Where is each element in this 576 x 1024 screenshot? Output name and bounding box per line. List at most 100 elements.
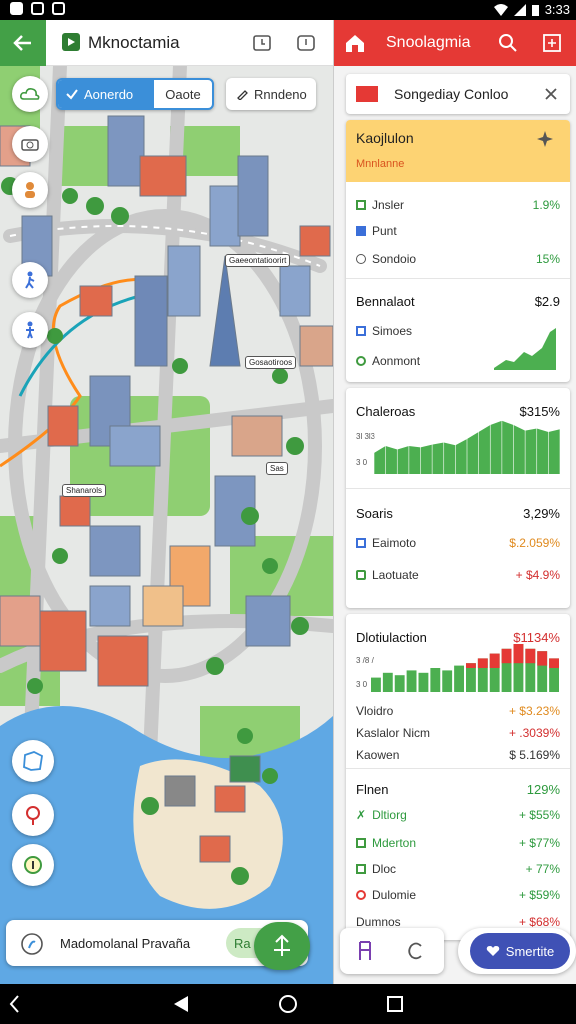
row-label: Eaimoto	[372, 536, 417, 550]
person-button[interactable]	[12, 172, 48, 208]
camera-button[interactable]	[12, 126, 48, 162]
walk-icon	[25, 271, 35, 289]
transit-button[interactable]	[12, 312, 48, 348]
section-header: Bennalaot $2.9	[356, 294, 560, 309]
info-icon	[24, 856, 42, 874]
recents-icon[interactable]	[386, 994, 404, 1014]
list-item[interactable]: Kaslalor Nicm + .3039%	[356, 726, 560, 740]
refresh-icon[interactable]	[406, 940, 426, 962]
bar-top	[501, 648, 512, 664]
list-item[interactable]: Jnsler 1.9%	[356, 198, 560, 212]
bar-chart	[371, 644, 559, 692]
bar-top	[525, 648, 536, 664]
cloud-icon	[20, 88, 40, 100]
bar-top	[466, 663, 476, 668]
chart-value: $1134%	[513, 630, 560, 645]
app-logo-icon	[62, 33, 80, 51]
sparkle-icon[interactable]	[536, 130, 554, 148]
row-value: + $77%	[518, 836, 560, 850]
layers-icon[interactable]	[296, 33, 316, 53]
bar-top	[537, 651, 548, 666]
transit-icon	[26, 321, 34, 339]
document-icon[interactable]	[356, 940, 376, 962]
square-icon	[356, 864, 366, 874]
walk-button[interactable]	[12, 262, 48, 298]
row-value: + $4.9%	[515, 568, 560, 582]
list-item[interactable]: ✗ Dltiorg + $55%	[356, 808, 560, 822]
tab-active[interactable]: Aonerdo	[58, 80, 154, 108]
notification-icon	[31, 2, 44, 15]
list-item[interactable]: Eaimoto $.2.059%	[356, 536, 560, 550]
map-label[interactable]: Gosaotiroos	[245, 356, 297, 369]
home-nav-icon[interactable]	[278, 994, 298, 1014]
list-item[interactable]: Dumnos + $68%	[356, 916, 560, 928]
row-value: $.2.059%	[509, 536, 560, 550]
map-view[interactable]: Gaeeontatioorirt Gosaotiroos Shanarols S…	[0, 59, 333, 984]
map-label[interactable]: Sas	[266, 462, 288, 475]
cross-icon: ✗	[356, 808, 367, 822]
tab-inactive[interactable]: Oaote	[154, 87, 212, 102]
calculator-icon[interactable]	[542, 33, 562, 53]
view-toggle: Aonerdo Oaote	[56, 78, 214, 110]
list-item[interactable]: Dloc + 77%	[356, 862, 560, 876]
map-title: Mknoctamia	[88, 33, 180, 52]
search-card[interactable]: Songediay Conloo	[346, 74, 570, 114]
list-item[interactable]: Dulomie + $59%	[356, 888, 560, 902]
cloud-button[interactable]	[12, 76, 48, 112]
home-icon[interactable]	[344, 32, 366, 54]
row-value: + $3.23%	[508, 704, 560, 718]
row-label: Mderton	[372, 836, 417, 850]
location-button[interactable]	[12, 794, 54, 836]
distribution-card: Dlotiulaction $1134% 3 /8 / 3 0 Vloidro + …	[346, 614, 570, 940]
row-label: Dltiorg	[372, 808, 407, 822]
bottom-actions	[340, 928, 444, 974]
search-icon[interactable]	[498, 33, 518, 53]
row-value: + $55%	[518, 808, 560, 822]
section-title: Soaris	[356, 506, 393, 521]
chart-value: $315%	[519, 404, 560, 419]
status-bar: 3:33	[0, 0, 576, 20]
list-item[interactable]: Punt	[356, 224, 560, 238]
row-value: 1.9%	[532, 198, 560, 212]
row-label: Kaslalor Nicm	[356, 726, 431, 740]
bar	[454, 665, 464, 692]
close-icon[interactable]	[544, 87, 558, 101]
section-value: $2.9	[534, 294, 560, 309]
flag-icon	[356, 86, 378, 102]
triangle-back-icon[interactable]	[172, 994, 190, 1014]
list-item[interactable]: Kaowen $ 5.169%	[356, 748, 560, 762]
city-map	[0, 59, 333, 984]
row-label: Dulomie	[372, 888, 417, 902]
map-label[interactable]: Shanarols	[62, 484, 107, 497]
share-button[interactable]: Smertite	[470, 933, 570, 969]
list-item[interactable]: Mderton + $77%	[356, 836, 560, 850]
list-item[interactable]: Laotuate + $4.9%	[356, 568, 560, 582]
list-item[interactable]: Sondoio 15%	[356, 252, 560, 266]
info-button[interactable]	[12, 844, 54, 886]
search-card-title: Songediay Conloo	[394, 86, 509, 102]
back-nav-icon[interactable]	[8, 994, 22, 1014]
heart-icon	[486, 946, 499, 956]
bar	[406, 670, 417, 692]
chart-title: Dlotiulaction	[356, 630, 427, 645]
clock: 3:33	[544, 2, 570, 17]
tick-label: 3 0	[356, 680, 368, 689]
row-value: + .3039%	[508, 726, 560, 740]
calendar-icon[interactable]	[252, 33, 272, 53]
row-label: Sondoio	[372, 252, 417, 266]
route-button[interactable]: Rnndeno	[226, 78, 316, 110]
person-icon	[25, 182, 35, 198]
navigate-fab[interactable]	[254, 922, 310, 970]
list-item[interactable]: Vloidro + $3.23%	[356, 704, 560, 718]
section-value: 129%	[526, 782, 560, 797]
direction-icon	[274, 934, 290, 956]
map-type-button[interactable]	[12, 740, 54, 782]
map-icon	[23, 751, 43, 771]
section-value: 3,29%	[523, 506, 560, 521]
location-search-icon	[21, 933, 43, 955]
system-nav-bar	[0, 984, 576, 1024]
back-button[interactable]	[0, 20, 46, 66]
stats-pane: Snoolagmia Songediay Conloo Kaojlulon Mn…	[333, 20, 576, 984]
pencil-icon	[237, 90, 248, 100]
map-label[interactable]: Gaeeontatioorirt	[225, 254, 291, 267]
